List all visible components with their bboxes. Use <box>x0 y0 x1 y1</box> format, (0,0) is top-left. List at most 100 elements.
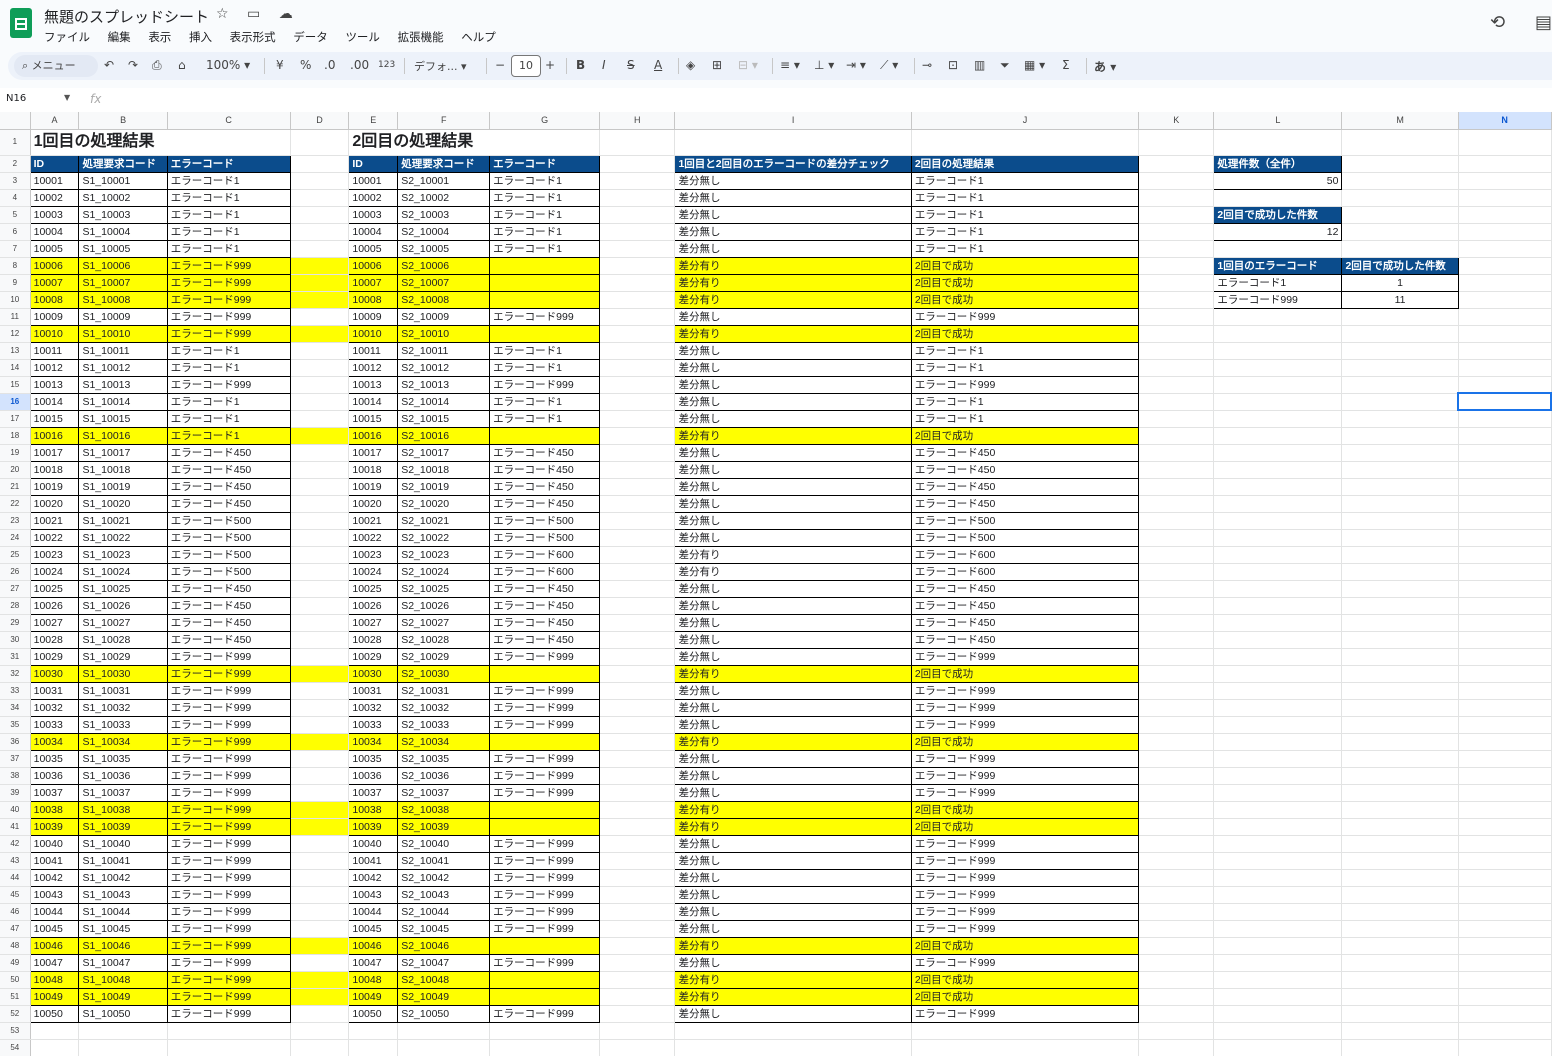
cell-k43[interactable] <box>1138 852 1215 870</box>
cell-h13[interactable] <box>599 342 676 360</box>
cell-m25[interactable] <box>1341 546 1459 564</box>
cell-b14[interactable]: S1_10012 <box>78 358 168 377</box>
comment-icon[interactable]: ⊡ <box>948 58 958 72</box>
column-header-h[interactable]: H <box>599 112 676 130</box>
cell-l7[interactable] <box>1213 240 1343 258</box>
cell-f52[interactable]: S2_10050 <box>397 1004 491 1023</box>
column-header-n[interactable]: N <box>1458 112 1552 130</box>
cell-a32[interactable]: 10030 <box>29 664 80 683</box>
row-header[interactable]: 49 <box>0 954 31 972</box>
row-header[interactable]: 14 <box>0 359 31 377</box>
cell-h34[interactable] <box>599 699 676 717</box>
cell-g20[interactable]: エラーコード450 <box>489 460 601 479</box>
cell-h24[interactable] <box>599 529 676 547</box>
cell-e30[interactable]: 10028 <box>348 630 399 649</box>
cell-n44[interactable] <box>1458 869 1552 887</box>
cell-i13[interactable]: 差分無し <box>674 341 912 360</box>
cell-g22[interactable]: エラーコード450 <box>489 494 601 513</box>
cell-f8[interactable]: S2_10006 <box>397 256 491 275</box>
column-header-k[interactable]: K <box>1138 112 1215 130</box>
cell-a51[interactable]: 10049 <box>29 987 80 1006</box>
cell-g51[interactable] <box>489 987 601 1006</box>
cell-h33[interactable] <box>599 682 676 700</box>
cell-k6[interactable] <box>1138 223 1215 241</box>
cell-d34[interactable] <box>290 699 350 717</box>
cell-f36[interactable]: S2_10034 <box>397 732 491 751</box>
print-icon[interactable]: ⎙ <box>152 58 162 73</box>
cell-m22[interactable] <box>1341 495 1459 513</box>
cell-m2[interactable] <box>1341 155 1459 173</box>
cell-m33[interactable] <box>1341 682 1459 700</box>
cell-e41[interactable]: 10039 <box>348 817 399 836</box>
cell-c52[interactable]: エラーコード999 <box>166 1004 291 1023</box>
cell-l47[interactable] <box>1213 920 1343 938</box>
cell-i51[interactable]: 差分有り <box>674 987 912 1006</box>
cell-h10[interactable] <box>599 291 676 309</box>
column-header-b[interactable]: B <box>78 112 168 130</box>
cell-a54[interactable] <box>30 1039 80 1056</box>
cell-j13[interactable]: エラーコード1 <box>910 341 1140 360</box>
cell-l54[interactable] <box>1213 1039 1343 1056</box>
functions-button[interactable]: Σ <box>1062 58 1070 72</box>
row-header[interactable]: 28 <box>0 597 31 615</box>
cell-e31[interactable]: 10029 <box>348 647 399 666</box>
row-header[interactable]: 50 <box>0 971 31 989</box>
cell-e6[interactable]: 10004 <box>348 222 399 241</box>
cell-f47[interactable]: S2_10045 <box>397 919 491 938</box>
cell-j7[interactable]: エラーコード1 <box>910 239 1140 258</box>
cell-i16[interactable]: 差分無し <box>674 392 912 411</box>
cell-g45[interactable]: エラーコード999 <box>489 885 601 904</box>
cell-m45[interactable] <box>1341 886 1459 904</box>
cell-b28[interactable]: S1_10026 <box>78 596 168 615</box>
cell-k32[interactable] <box>1138 665 1215 683</box>
column-header-g[interactable]: G <box>489 112 601 130</box>
cell-k25[interactable] <box>1138 546 1215 564</box>
row-header[interactable]: 18 <box>0 427 31 445</box>
cell-n8[interactable] <box>1458 257 1552 275</box>
cell-j3[interactable]: エラーコード1 <box>910 171 1140 190</box>
cell-g6[interactable]: エラーコード1 <box>489 222 601 241</box>
cell-a46[interactable]: 10044 <box>29 902 80 921</box>
row-header[interactable]: 10 <box>0 291 31 309</box>
cell-f21[interactable]: S2_10019 <box>397 477 491 496</box>
cell-h25[interactable] <box>599 546 676 564</box>
cell-j35[interactable]: エラーコード999 <box>910 715 1140 734</box>
cell-a43[interactable]: 10041 <box>29 851 80 870</box>
cell-j50[interactable]: 2回目で成功 <box>910 970 1140 989</box>
cell-e32[interactable]: 10030 <box>348 664 399 683</box>
cell-j30[interactable]: エラーコード450 <box>910 630 1140 649</box>
cell-g36[interactable] <box>489 732 601 751</box>
cell-i42[interactable]: 差分無し <box>674 834 912 853</box>
cell-l9[interactable]: エラーコード1 <box>1213 273 1343 292</box>
row-header[interactable]: 2 <box>0 155 31 173</box>
cell-h36[interactable] <box>599 733 676 751</box>
row-header[interactable]: 39 <box>0 784 31 802</box>
row-header[interactable]: 53 <box>0 1022 31 1040</box>
horizontal-align-icon[interactable]: ≡ ▾ <box>780 58 800 72</box>
cell-j42[interactable]: エラーコード999 <box>910 834 1140 853</box>
cell-n4[interactable] <box>1458 189 1552 207</box>
cell-e28[interactable]: 10026 <box>348 596 399 615</box>
row-header[interactable]: 25 <box>0 546 31 564</box>
cell-n37[interactable] <box>1458 750 1552 768</box>
cell-a40[interactable]: 10038 <box>29 800 80 819</box>
cell-a36[interactable]: 10034 <box>29 732 80 751</box>
cell-b49[interactable]: S1_10047 <box>78 953 168 972</box>
cell-a34[interactable]: 10032 <box>29 698 80 717</box>
cell-i54[interactable] <box>674 1039 912 1056</box>
cell-a16[interactable]: 10014 <box>29 392 80 411</box>
cell-l23[interactable] <box>1213 512 1343 530</box>
cell-d54[interactable] <box>290 1039 350 1056</box>
row-header[interactable]: 34 <box>0 699 31 717</box>
cell-f44[interactable]: S2_10042 <box>397 868 491 887</box>
cell-n27[interactable] <box>1458 580 1552 598</box>
cell-a35[interactable]: 10033 <box>29 715 80 734</box>
cell-n24[interactable] <box>1458 529 1552 547</box>
cell-c54[interactable] <box>167 1039 291 1056</box>
cell-i46[interactable]: 差分無し <box>674 902 912 921</box>
row-header[interactable]: 1 <box>0 129 31 156</box>
cell-f35[interactable]: S2_10033 <box>397 715 491 734</box>
cell-k7[interactable] <box>1138 240 1215 258</box>
cell-m41[interactable] <box>1341 818 1459 836</box>
cell-j38[interactable]: エラーコード999 <box>910 766 1140 785</box>
